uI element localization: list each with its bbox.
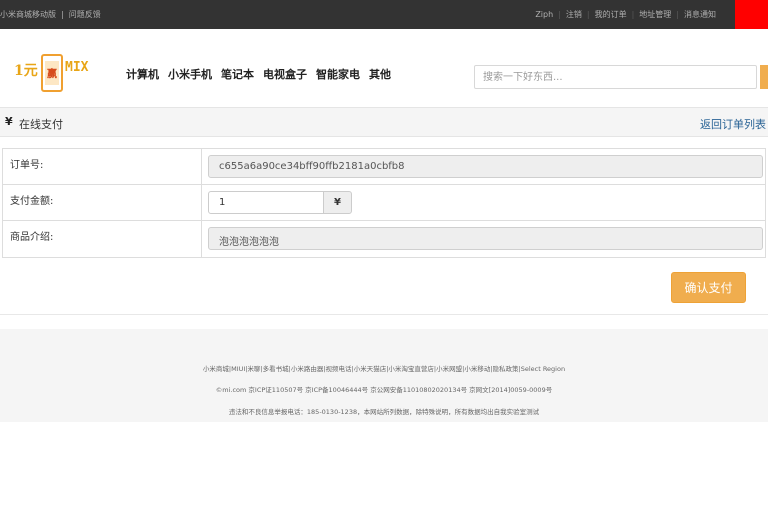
back-to-orders-link[interactable]: 返回订单列表 (700, 116, 766, 132)
logo-prefix: 1元 (14, 63, 38, 79)
description-label: 商品介绍: (3, 221, 202, 257)
site-logo[interactable]: 1元 赢 MIX (14, 54, 96, 94)
cart-button[interactable] (735, 0, 768, 29)
separator: | (676, 10, 679, 19)
separator: | (558, 10, 561, 19)
separator: | (61, 10, 64, 19)
separator: | (586, 10, 590, 19)
top-bar-right-links: Ziph | 注销 | 我的订单 | 地址管理 | 消息通知 (535, 9, 716, 20)
separator: | (631, 10, 635, 19)
site-footer: 小米商城|MIUI|米聊|多看书城|小米路由器|视频电话|小米天猫店|小米淘宝直… (0, 329, 768, 422)
order-number-field: c655a6a90ce34bff90ffb2181a0cbfb8 (208, 155, 763, 178)
top-bar-left-links: 小米商城移动版 | 问题反馈 (0, 9, 101, 20)
confirm-payment-button[interactable]: 确认支付 (671, 272, 746, 303)
order-number-row: 订单号: c655a6a90ce34bff90ffb2181a0cbfb8 (3, 149, 765, 185)
nav-item-tv-box[interactable]: 电视盒子 (263, 68, 307, 81)
logo-suffix: MIX (65, 60, 89, 75)
mobile-site-link[interactable]: 小米商城移动版 (0, 10, 56, 19)
amount-input[interactable] (208, 191, 324, 214)
logout-link[interactable]: 注销 (566, 10, 582, 19)
logo-center: 赢 (47, 69, 57, 80)
page-title: 在线支付 (19, 118, 63, 131)
nav-item-other[interactable]: 其他 (369, 68, 391, 81)
payment-form: 订单号: c655a6a90ce34bff90ffb2181a0cbfb8 支付… (2, 148, 766, 258)
feedback-link[interactable]: 问题反馈 (69, 10, 101, 19)
search-button[interactable] (760, 65, 768, 89)
yen-icon: ¥ (5, 115, 13, 128)
footer-icp: ©mi.com 京ICP证110507号 京ICP备10046444号 京公网安… (215, 386, 553, 394)
my-orders-link[interactable]: 我的订单 (595, 10, 627, 19)
address-link[interactable]: 地址管理 (639, 10, 671, 19)
main-nav: 计算机 小米手机 笔记本 电视盒子 智能家电 其他 (126, 66, 400, 82)
nav-item-mi-phone[interactable]: 小米手机 (168, 68, 212, 81)
description-field: 泡泡泡泡泡泡 (208, 227, 763, 250)
currency-addon: ¥ (323, 191, 352, 214)
messages-link[interactable]: 消息通知 (684, 10, 716, 19)
nav-item-computer[interactable]: 计算机 (126, 68, 159, 81)
nav-item-smart-home[interactable]: 智能家电 (316, 68, 360, 81)
site-header: 1元 赢 MIX 计算机 小米手机 笔记本 电视盒子 智能家电 其他 (0, 29, 768, 107)
top-bar: 小米商城移动版 | 问题反馈 Ziph | 注销 | 我的订单 | 地址管理 | 消息通知 (0, 0, 768, 29)
divider (0, 314, 768, 315)
phone-icon: 赢 (41, 54, 63, 92)
description-row: 商品介绍: 泡泡泡泡泡泡 (3, 221, 765, 257)
amount-label: 支付金额: (3, 185, 202, 220)
footer-links[interactable]: 小米商城|MIUI|米聊|多看书城|小米路由器|视频电话|小米天猫店|小米淘宝直… (0, 363, 768, 373)
nav-item-laptop[interactable]: 笔记本 (221, 68, 254, 81)
username-link[interactable]: Ziph (535, 10, 553, 19)
footer-disclaimer: 违法和不良信息举报电话：185-0130-1238，本网站所列数据，除特殊说明，… (228, 408, 540, 416)
breadcrumb: ¥ 在线支付 返回订单列表 (0, 107, 768, 137)
order-number-label: 订单号: (3, 149, 202, 184)
amount-row: 支付金额: ¥ (3, 185, 765, 221)
search-input[interactable] (474, 65, 757, 89)
